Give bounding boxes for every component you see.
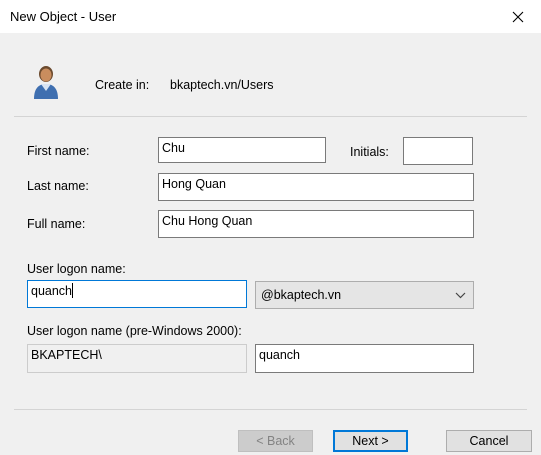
initials-label: Initials: [350,145,389,159]
window-title: New Object - User [10,9,117,24]
pre2000-logon-field[interactable]: quanch [255,344,474,373]
footer-divider [14,409,527,410]
first-name-field[interactable]: Chu [158,137,326,163]
last-name-field[interactable]: Hong Quan [158,173,474,201]
back-button[interactable]: < Back [238,430,313,452]
cancel-button[interactable]: Cancel [446,430,532,452]
logon-name-field[interactable]: quanch [27,280,247,308]
close-button[interactable] [495,0,541,33]
pre2000-label: User logon name (pre-Windows 2000): [27,324,242,338]
next-button[interactable]: Next > [333,430,408,452]
logon-name-label: User logon name: [27,262,126,276]
chevron-down-icon [455,292,466,299]
initials-field[interactable] [403,137,473,165]
dialog-body: Create in: bkaptech.vn/Users First name:… [0,33,541,455]
user-icon [34,66,58,99]
domain-select-value: @bkaptech.vn [261,288,342,302]
pre2000-domain-field: BKAPTECH\ [27,344,247,373]
create-in-path: bkaptech.vn/Users [170,78,274,92]
full-name-field[interactable]: Chu Hong Quan [158,210,474,238]
create-in-label: Create in: [95,78,150,92]
close-icon [512,11,524,22]
title-bar: New Object - User [0,0,541,33]
first-name-label: First name: [27,144,90,158]
last-name-label: Last name: [27,179,89,193]
domain-select[interactable]: @bkaptech.vn [255,281,474,309]
text-caret [72,283,74,298]
header-divider [14,116,527,117]
full-name-label: Full name: [27,217,86,231]
logon-name-value: quanch [31,284,73,298]
